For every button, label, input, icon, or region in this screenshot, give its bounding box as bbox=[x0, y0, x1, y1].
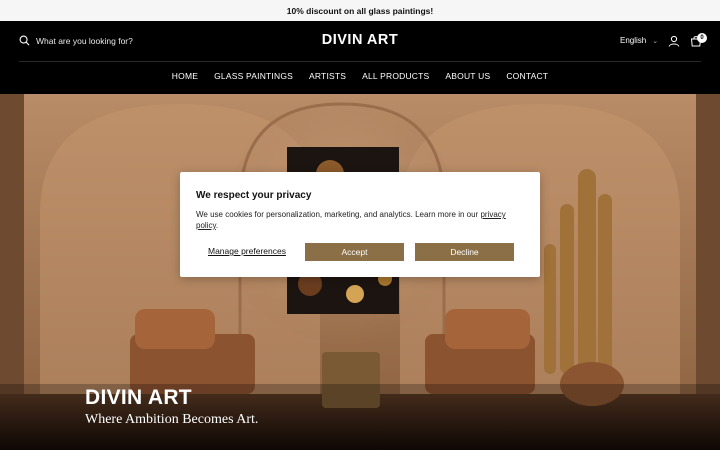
cookie-body-period: . bbox=[215, 221, 219, 230]
main-nav: HOME GLASS PAINTINGS ARTISTS ALL PRODUCT… bbox=[0, 67, 720, 85]
account-icon[interactable] bbox=[668, 35, 680, 47]
language-label: English bbox=[620, 36, 647, 45]
cookie-heading: We respect your privacy bbox=[196, 190, 312, 201]
announcement-bar: 10% discount on all glass paintings! bbox=[0, 0, 720, 21]
cart-count-badge: 0 bbox=[697, 33, 707, 43]
language-selector[interactable]: English ⌄ bbox=[620, 36, 658, 45]
announcement-text: 10% discount on all glass paintings! bbox=[286, 5, 434, 16]
hero-title: DIVIN ART bbox=[85, 386, 192, 409]
site-header: What are you looking for? DIVIN ART Engl… bbox=[0, 21, 720, 94]
nav-all-products[interactable]: ALL PRODUCTS bbox=[354, 67, 437, 85]
chevron-down-icon: ⌄ bbox=[652, 37, 659, 45]
search-icon bbox=[19, 35, 30, 46]
search-placeholder: What are you looking for? bbox=[36, 35, 133, 46]
nav-home[interactable]: HOME bbox=[164, 67, 206, 85]
cookie-body-text: We use cookies for personalization, mark… bbox=[196, 210, 479, 219]
nav-glass-paintings[interactable]: GLASS PAINTINGS bbox=[206, 67, 301, 85]
manage-preferences-button[interactable]: Manage preferences bbox=[208, 246, 286, 256]
cookie-consent-dialog: We respect your privacy We use cookies f… bbox=[180, 172, 540, 277]
cookie-body: We use cookies for personalization, mark… bbox=[196, 209, 526, 231]
hero-subtitle: Where Ambition Becomes Art. bbox=[85, 412, 259, 427]
nav-artists[interactable]: ARTISTS bbox=[301, 67, 354, 85]
search-field[interactable]: What are you looking for? bbox=[19, 35, 133, 46]
nav-about-us[interactable]: ABOUT US bbox=[437, 67, 498, 85]
decline-button[interactable]: Decline bbox=[415, 243, 514, 261]
nav-contact[interactable]: CONTACT bbox=[498, 67, 556, 85]
header-divider bbox=[19, 61, 701, 62]
accept-button[interactable]: Accept bbox=[305, 243, 404, 261]
